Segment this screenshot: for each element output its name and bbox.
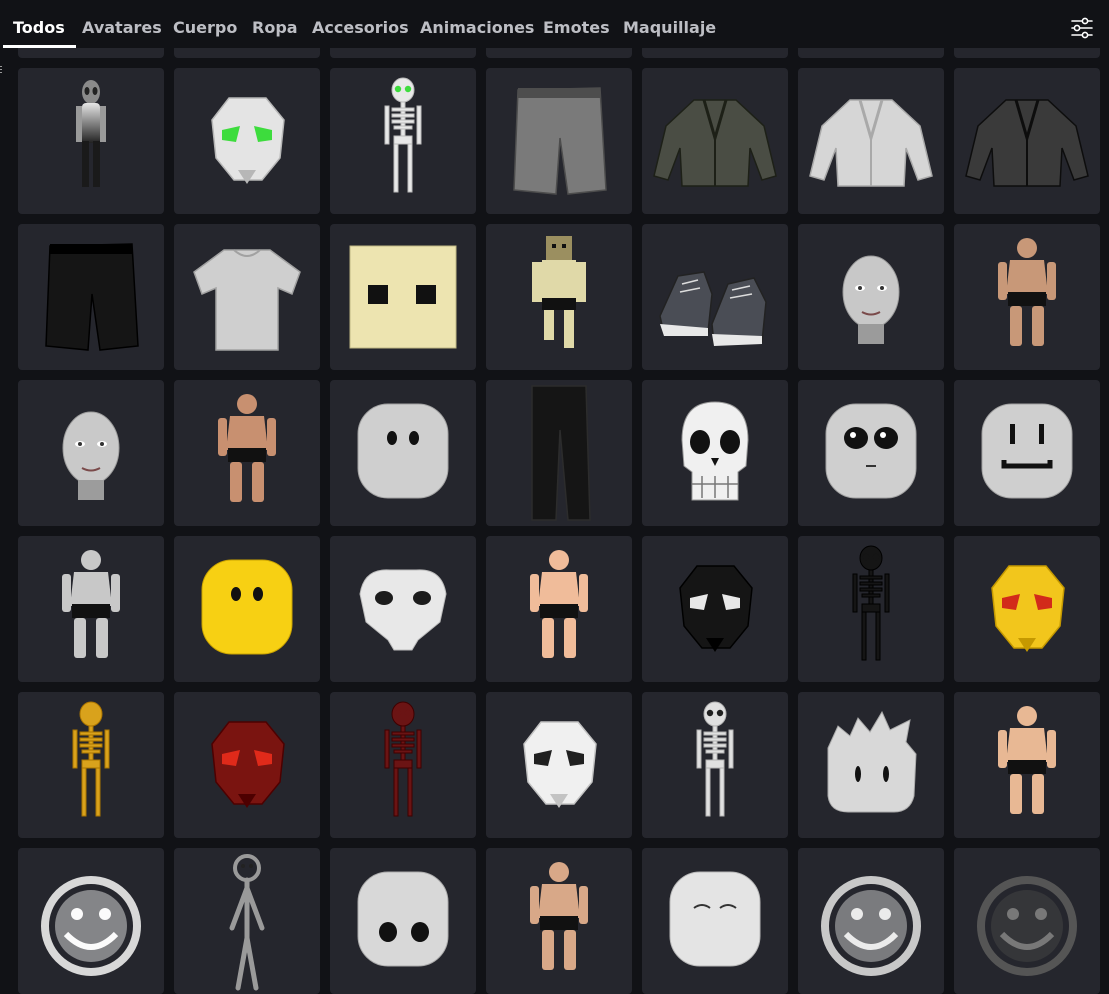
black-skeleton-icon bbox=[852, 545, 890, 661]
spiky-hair-head-icon bbox=[827, 710, 917, 813]
skull-head-icon bbox=[681, 401, 749, 501]
tab-maquillaje[interactable]: Maquillaje bbox=[623, 0, 716, 46]
dark-hooded-jacket-icon bbox=[965, 99, 1089, 187]
catalog-item-tile[interactable] bbox=[486, 536, 632, 682]
catalog-item-tile[interactable] bbox=[330, 380, 476, 526]
catalog-item-tile[interactable] bbox=[18, 848, 164, 994]
catalog-item-tile[interactable] bbox=[330, 224, 476, 370]
catalog-item-tile[interactable] bbox=[174, 536, 320, 682]
catalog-item-tile[interactable] bbox=[954, 380, 1100, 526]
catalog-item-tile[interactable] bbox=[642, 224, 788, 370]
catalog-item-tile[interactable] bbox=[798, 224, 944, 370]
white-leather-jacket-icon bbox=[809, 99, 933, 187]
catalog-item-tile[interactable] bbox=[486, 224, 632, 370]
cute-face-head-icon bbox=[825, 403, 917, 499]
black-shorts-icon bbox=[45, 243, 139, 351]
sliders-icon bbox=[1071, 17, 1093, 39]
white-tshirt-icon bbox=[193, 249, 301, 351]
big-eyes-head-icon bbox=[357, 871, 449, 967]
smiling-head-icon bbox=[62, 411, 120, 500]
catalog-item-tile[interactable] bbox=[954, 692, 1100, 838]
realistic-head-icon bbox=[842, 255, 900, 344]
tab-ropa[interactable]: Ropa bbox=[252, 0, 298, 46]
catalog-item-tile[interactable] bbox=[798, 848, 944, 994]
catalog-item-tile[interactable] bbox=[954, 224, 1100, 370]
tab-cuerpo[interactable]: Cuerpo bbox=[173, 0, 237, 46]
sneakers-icon bbox=[659, 271, 767, 346]
chrome-smiley-ring-icon bbox=[821, 876, 921, 976]
tan-avatar-icon bbox=[530, 862, 588, 970]
catalog-item-tile[interactable] bbox=[642, 536, 788, 682]
camo-shorts-icon bbox=[513, 87, 607, 195]
blocky-kid-avatar-icon bbox=[998, 706, 1056, 814]
smiley-ring-icon bbox=[41, 876, 141, 976]
red-skeleton-icon bbox=[384, 701, 422, 817]
scrollbar-marker[interactable] bbox=[0, 62, 4, 76]
catalog-item-tile[interactable] bbox=[954, 536, 1100, 682]
catalog-item-tile[interactable] bbox=[798, 536, 944, 682]
catalog-item-tile[interactable] bbox=[798, 692, 944, 838]
catalog-item-tile[interactable] bbox=[18, 692, 164, 838]
sleepy-head-icon bbox=[669, 871, 761, 967]
catalog-item-tile[interactable] bbox=[642, 848, 788, 994]
catalog-item-tile[interactable] bbox=[174, 68, 320, 214]
category-tab-bar: Todos Avatares Cuerpo Ropa Accesorios An… bbox=[0, 0, 1109, 48]
gold-skeleton-icon bbox=[72, 701, 110, 817]
catalog-item-tile[interactable] bbox=[642, 68, 788, 214]
catalog-item-tile[interactable] bbox=[330, 536, 476, 682]
catalog-item-tile[interactable] bbox=[642, 380, 788, 526]
skeleton-green-eyes-icon bbox=[384, 77, 422, 193]
skull-mask-green-eyes-icon bbox=[211, 97, 285, 184]
catalog-item-tile[interactable] bbox=[486, 380, 632, 526]
catalog-item-tile[interactable] bbox=[642, 692, 788, 838]
catalog-item-tile[interactable] bbox=[18, 380, 164, 526]
catalog-item-tile[interactable] bbox=[954, 68, 1100, 214]
catalog-item-tile[interactable] bbox=[330, 848, 476, 994]
bodybuilder-avatar-icon bbox=[218, 394, 276, 502]
dark-smiley-ring-icon bbox=[977, 876, 1077, 976]
catalog-item-tile[interactable] bbox=[174, 692, 320, 838]
black-pants-icon bbox=[531, 385, 591, 521]
blocky-avatar-icon bbox=[532, 236, 586, 348]
catalog-item-tile[interactable] bbox=[486, 692, 632, 838]
catalog-item-tile[interactable] bbox=[18, 224, 164, 370]
muscle-block-avatar-icon bbox=[62, 550, 120, 658]
catalog-item-tile[interactable] bbox=[798, 68, 944, 214]
muscular-man-icon bbox=[998, 238, 1056, 346]
white-mask-icon bbox=[359, 569, 447, 651]
red-skull-mask-icon bbox=[211, 721, 285, 808]
stick-figure-icon bbox=[229, 854, 265, 991]
yellow-head-icon bbox=[201, 559, 293, 655]
tab-animaciones[interactable]: Animaciones bbox=[420, 0, 534, 46]
smile-face-head-icon bbox=[981, 403, 1073, 499]
catalog-item-tile[interactable] bbox=[954, 848, 1100, 994]
catalog-item-tile[interactable] bbox=[330, 692, 476, 838]
catalog-item-tile[interactable] bbox=[330, 68, 476, 214]
black-skull-mask-icon bbox=[679, 565, 753, 652]
alien-avatar-icon bbox=[76, 80, 106, 187]
catalog-item-tile[interactable] bbox=[174, 848, 320, 994]
catalog-item-tile[interactable] bbox=[174, 380, 320, 526]
catalog-item-grid bbox=[18, 0, 1109, 994]
tab-todos[interactable]: Todos bbox=[3, 0, 76, 48]
catalog-item-tile[interactable] bbox=[486, 848, 632, 994]
gold-skull-mask-icon bbox=[991, 565, 1065, 652]
catalog-item-tile[interactable] bbox=[174, 224, 320, 370]
catalog-item-tile[interactable] bbox=[18, 68, 164, 214]
catalog-item-tile[interactable] bbox=[18, 536, 164, 682]
classic-head-icon bbox=[357, 403, 449, 499]
tab-accesorios[interactable]: Accesorios bbox=[312, 0, 409, 46]
catalog-item-tile[interactable] bbox=[486, 68, 632, 214]
white-skull-mask-icon bbox=[523, 721, 597, 808]
olive-blazer-icon bbox=[653, 99, 777, 187]
tab-avatares[interactable]: Avatares bbox=[82, 0, 162, 46]
tab-emotes[interactable]: Emotes bbox=[543, 0, 610, 46]
catalog-item-tile[interactable] bbox=[798, 380, 944, 526]
bean-avatar-icon bbox=[530, 550, 588, 658]
square-head-icon bbox=[349, 245, 457, 349]
filter-button[interactable] bbox=[1066, 12, 1098, 44]
white-skeleton-icon bbox=[696, 701, 734, 817]
